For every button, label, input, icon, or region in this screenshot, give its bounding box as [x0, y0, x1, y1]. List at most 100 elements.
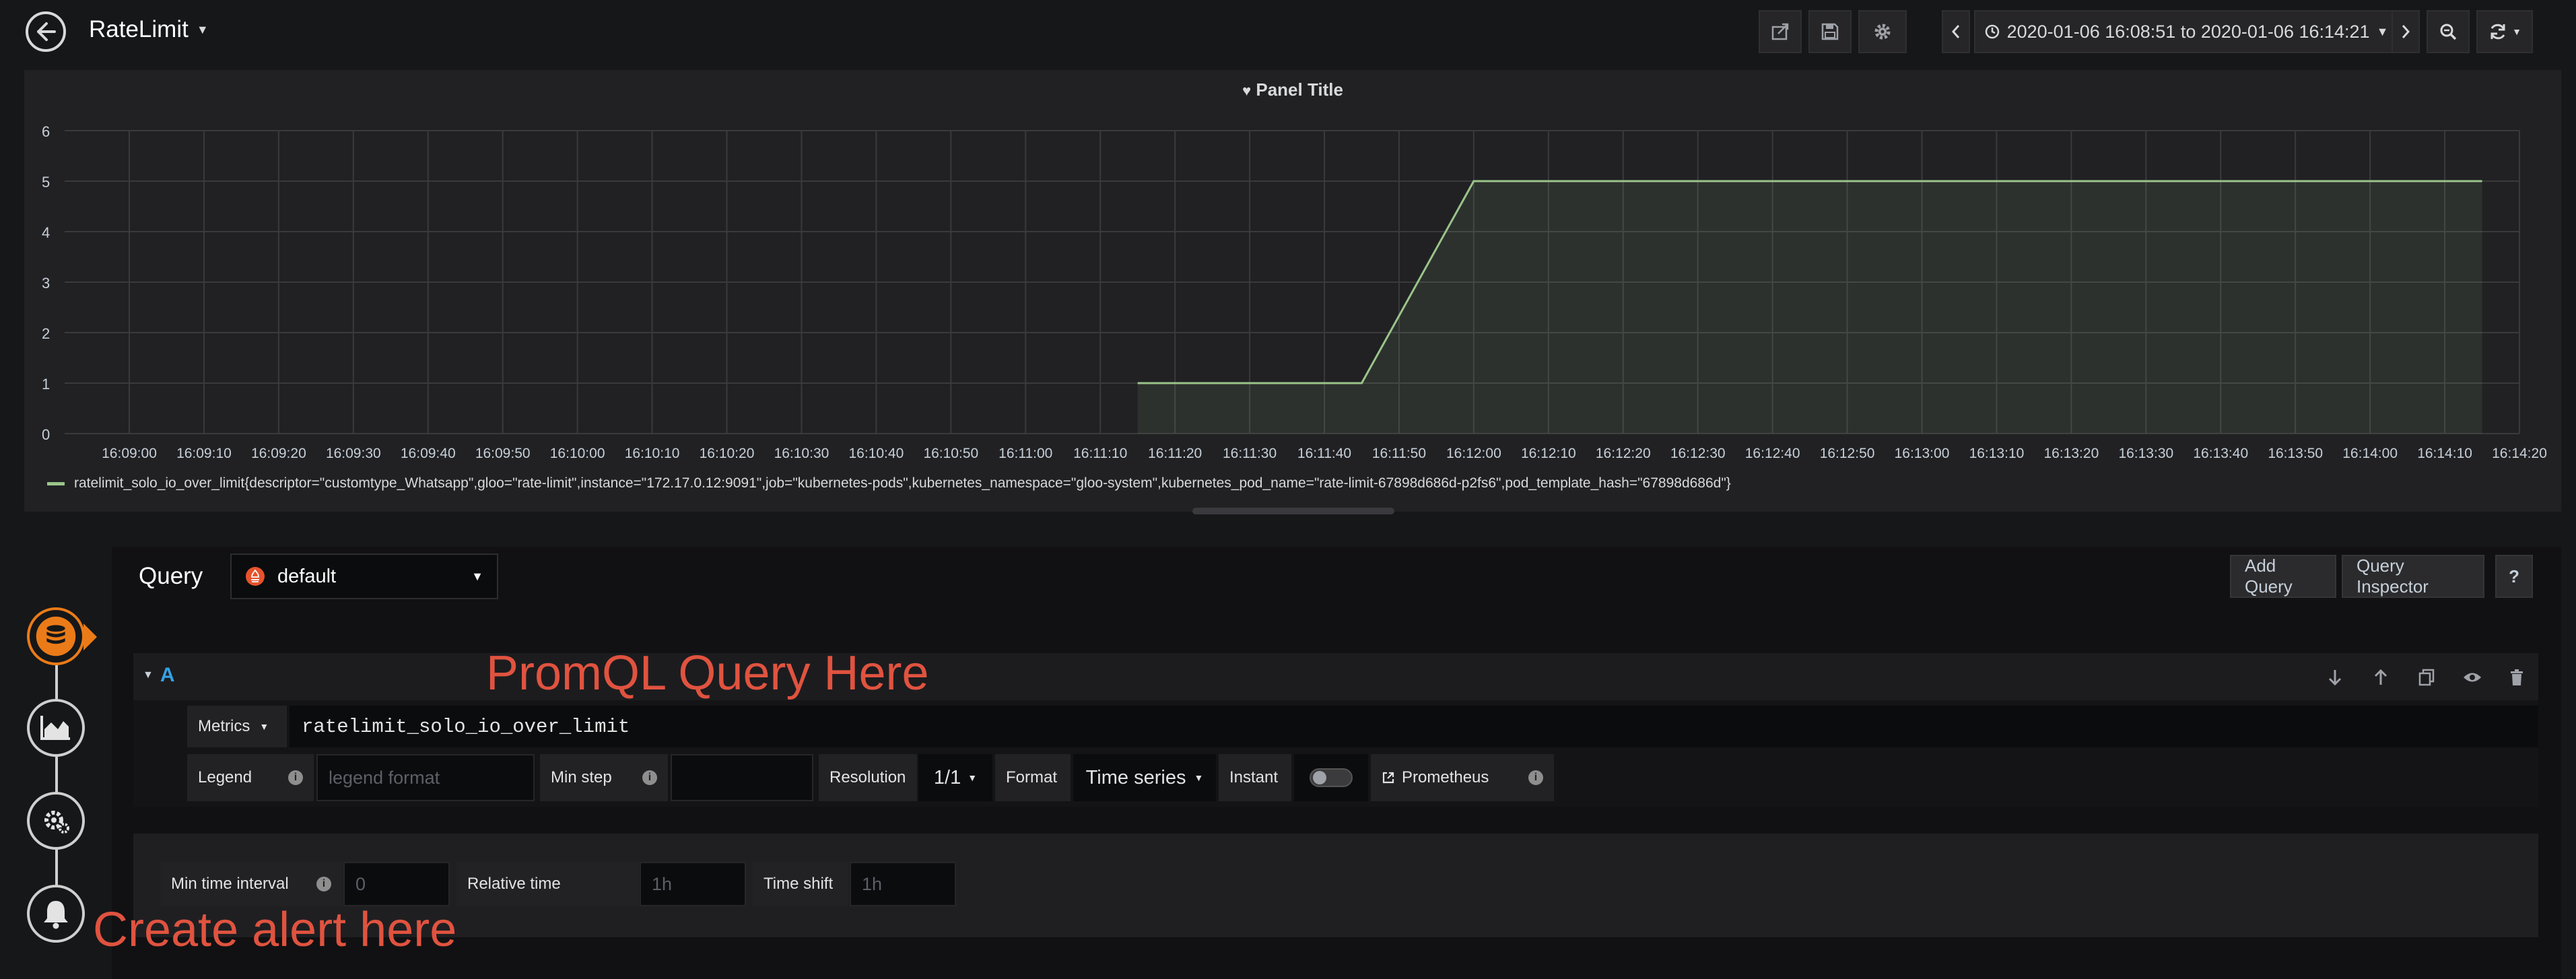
x-tick-label: 16:09:30: [326, 446, 381, 461]
add-query-button[interactable]: Add Query: [2230, 555, 2336, 598]
gear-icon: [1874, 24, 1891, 40]
relative-time-label: Relative time: [456, 862, 638, 906]
arrow-down-icon: [2328, 670, 2342, 686]
info-icon: i: [316, 877, 331, 891]
graph-legend[interactable]: ratelimit_solo_io_over_limit{descriptor=…: [47, 475, 1731, 492]
back-button[interactable]: [26, 11, 66, 52]
y-tick-label: 1: [42, 376, 50, 393]
query-inspector-button[interactable]: Query Inspector: [2342, 555, 2484, 598]
x-tick-label: 16:13:30: [2118, 446, 2173, 461]
heart-icon: ♥: [1242, 82, 1252, 99]
panel-resize-handle[interactable]: [1192, 508, 1394, 514]
x-tick-label: 16:10:50: [923, 446, 978, 461]
time-forward-button[interactable]: [2392, 10, 2420, 53]
min-time-interval-label-box: Min time interval i: [160, 862, 342, 906]
visualization-tab[interactable]: [27, 699, 85, 757]
time-back-button[interactable]: [1942, 10, 1970, 53]
area-chart-icon: [40, 716, 70, 740]
queries-tab[interactable]: [27, 607, 85, 665]
series-area-fill: [1137, 181, 2482, 434]
arrow-left-icon: [37, 22, 56, 41]
save-dashboard-button[interactable]: [1808, 10, 1852, 53]
panel-title-text: Panel Title: [1256, 79, 1343, 100]
x-tick-label: 16:13:40: [2193, 446, 2248, 461]
info-icon: i: [642, 770, 657, 785]
metrics-query-input[interactable]: ratelimit_solo_io_over_limit: [290, 706, 2538, 747]
x-tick-label: 16:10:20: [700, 446, 755, 461]
refresh-button[interactable]: ▼: [2476, 10, 2533, 53]
arrow-up-icon: [2374, 669, 2387, 685]
refresh-icon: [2490, 24, 2505, 40]
legend-color-swatch: [47, 481, 65, 485]
zoom-out-button[interactable]: [2427, 10, 2470, 53]
x-tick-label: 16:13:20: [2044, 446, 2099, 461]
x-tick-label: 16:12:10: [1521, 446, 1576, 461]
x-tick-label: 16:09:10: [176, 446, 232, 461]
alert-tab[interactable]: [27, 885, 85, 943]
panel-title[interactable]: ♥ Panel Title: [24, 79, 2561, 100]
x-tick-label: 16:13:10: [1969, 446, 2025, 461]
x-tick-label: 16:11:30: [1223, 446, 1277, 461]
legend-field-label: Legend: [198, 768, 252, 786]
format-value: Time series: [1085, 766, 1186, 788]
min-step-label: Min step: [551, 768, 612, 786]
caret-down-icon: ▼: [143, 669, 154, 681]
trash-icon: [2511, 669, 2523, 685]
x-tick-label: 16:14:20: [2492, 446, 2547, 461]
help-button[interactable]: ?: [2495, 555, 2533, 598]
move-up-button[interactable]: [2367, 664, 2394, 691]
x-tick-label: 16:12:40: [1745, 446, 1800, 461]
create-alert-annotation: Create alert here: [93, 903, 457, 957]
x-tick-label: 16:10:30: [774, 446, 829, 461]
metrics-label: Metrics: [198, 717, 250, 735]
datasource-select[interactable]: default ▼: [230, 553, 498, 599]
x-tick-label: 16:11:10: [1073, 446, 1127, 461]
y-tick-label: 2: [42, 325, 50, 342]
query-ref-id: A: [160, 664, 175, 686]
query-row-toggle[interactable]: ▼ A: [143, 664, 175, 687]
general-settings-tab[interactable]: [27, 792, 85, 850]
legend-format-input[interactable]: legend format: [316, 754, 535, 801]
metrics-dropdown[interactable]: Metrics ▼: [187, 706, 287, 747]
dashboard-title[interactable]: RateLimit ▼: [89, 16, 209, 43]
chevron-right-icon: [2402, 25, 2410, 38]
resolution-select[interactable]: 1/1 ▼: [918, 754, 992, 801]
x-tick-label: 16:09:40: [401, 446, 456, 461]
x-tick-label: 16:10:40: [849, 446, 904, 461]
rail-connector: [55, 633, 58, 916]
min-step-input[interactable]: [671, 754, 813, 801]
time-range-picker[interactable]: 2020-01-06 16:08:51 to 2020-01-06 16:14:…: [1974, 10, 2398, 53]
time-shift-input[interactable]: 1h: [850, 862, 956, 906]
resolution-value: 1/1: [933, 766, 961, 788]
remove-query-button[interactable]: [2503, 664, 2530, 691]
search-minus-icon: [2440, 24, 2457, 40]
share-button[interactable]: [1759, 10, 1802, 53]
save-icon: [1821, 23, 1839, 40]
x-tick-label: 16:14:00: [2342, 446, 2398, 461]
instant-toggle[interactable]: [1294, 754, 1368, 801]
datasource-value: default: [277, 565, 337, 587]
graph-chart: 0 1 2 3 4 5 6 16:09:00 16:09:10 16:09:20 16:09:30 1…: [42, 123, 2547, 461]
duplicate-query-button[interactable]: [2413, 664, 2440, 691]
external-link-icon: [1382, 772, 1394, 784]
eye-icon: [2464, 673, 2481, 682]
format-label: Format: [995, 754, 1071, 801]
move-down-button[interactable]: [2321, 664, 2348, 691]
x-tick-label: 16:14:10: [2417, 446, 2472, 461]
format-select[interactable]: Time series ▼: [1073, 754, 1216, 801]
min-time-interval-input[interactable]: 0: [343, 862, 450, 906]
min-step-label-box: Min step i: [540, 754, 668, 801]
relative-time-input[interactable]: 1h: [640, 862, 746, 906]
x-tick-label: 16:12:20: [1596, 446, 1651, 461]
prometheus-link-text: Prometheus: [1402, 768, 1489, 786]
x-tick-label: 16:09:50: [475, 446, 531, 461]
x-tick-label: 16:11:00: [998, 446, 1052, 461]
settings-button[interactable]: [1858, 10, 1907, 53]
prometheus-link[interactable]: Prometheus i: [1371, 754, 1554, 801]
x-tick-label: 16:10:00: [550, 446, 605, 461]
instant-label: Instant: [1219, 754, 1291, 801]
x-tick-label: 16:11:20: [1148, 446, 1202, 461]
caret-down-icon: ▼: [471, 569, 483, 583]
toggle-query-visibility-button[interactable]: [2459, 664, 2486, 691]
caret-down-icon: ▼: [196, 22, 209, 36]
